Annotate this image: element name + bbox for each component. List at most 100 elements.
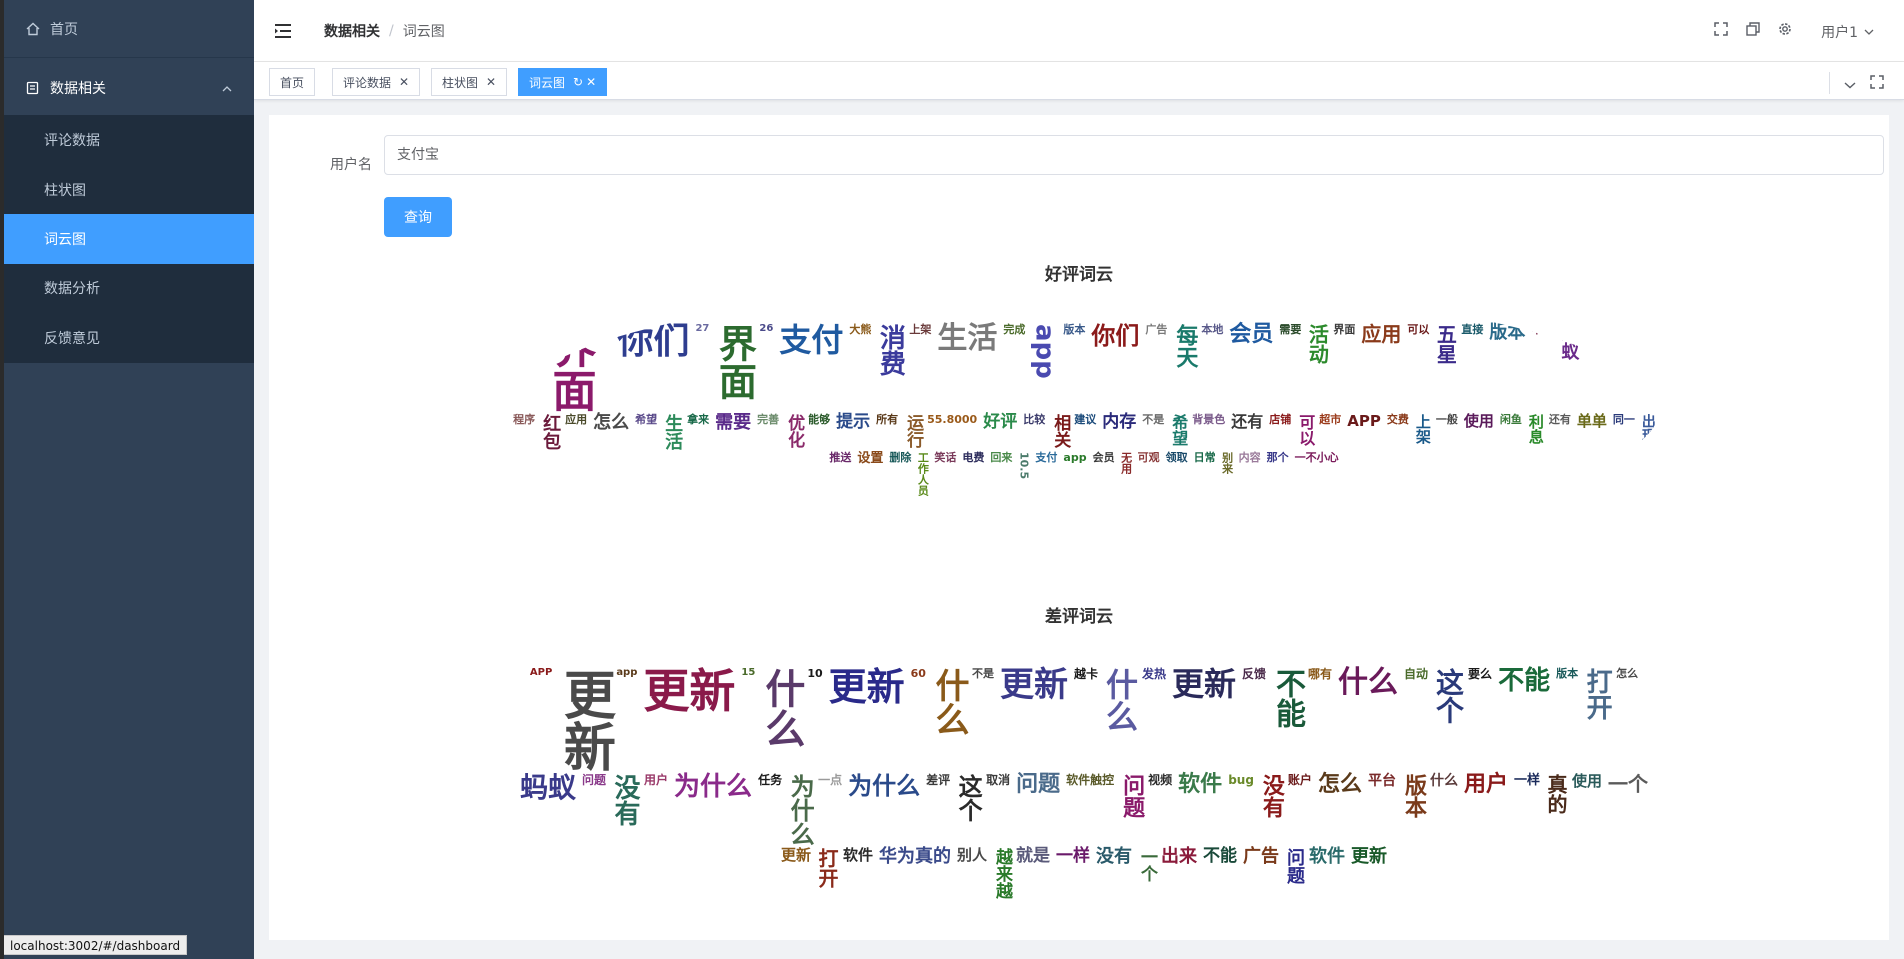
bad-word-cloud: APP 更新 app 更新 15 什么 10 更新 60 什么 不是 更新 越卡 什么 发热 更新 反馈 不能 哪有… (509, 633, 1659, 933)
tag-comments[interactable]: 评论数据 ✕ (332, 68, 421, 96)
word-cloud-word: 更新 (828, 664, 905, 709)
breadcrumb-item[interactable]: 数据相关 (324, 21, 380, 41)
word-cloud-word: 支付 (1035, 451, 1058, 464)
layout-size-icon[interactable] (1744, 20, 1762, 38)
fullscreen-icon[interactable] (1870, 74, 1884, 93)
fullscreen-icon[interactable] (1712, 20, 1730, 38)
word-cloud-word: 上架 (1413, 414, 1432, 444)
sidebar-item-label: 柱状图 (44, 183, 86, 199)
sidebar-item-comments[interactable]: 评论数据 (4, 115, 254, 165)
word-cloud-word: 更新 (1171, 664, 1236, 703)
sidebar-item-feedback[interactable]: 反馈意见 (4, 313, 254, 363)
word-cloud-word: 会员 (1092, 451, 1115, 464)
chevron-down-icon (1864, 24, 1874, 40)
word-cloud-word: 领取 (1165, 451, 1188, 464)
word-cloud-word: 无用 (1119, 452, 1133, 474)
word-cloud-word: 应用 (565, 413, 588, 426)
word-cloud-word: 出来 (1161, 845, 1198, 867)
word-cloud-word: 可观 (1137, 451, 1160, 464)
word-cloud-word: 生活 (937, 321, 998, 356)
word-cloud-word: 申诉 (1531, 323, 1554, 336)
main-area: 数据相关 / 词云图 用户1 首页 评论数据 ✕ 柱状图 ✕ 词云图 ↻ ✕ 用… (254, 0, 1904, 959)
word-cloud-word: 希望 (635, 413, 658, 426)
word-cloud-word: 不是 (971, 666, 994, 680)
tags-tools (1829, 72, 1884, 94)
word-cloud-word: 更新 (999, 664, 1068, 705)
tag-home[interactable]: 首页 (269, 68, 316, 96)
word-cloud-word: 别人 (957, 845, 988, 864)
sidebar-item-barchart[interactable]: 柱状图 (4, 165, 254, 215)
word-cloud-word: 218 (520, 323, 542, 334)
hamburger-icon[interactable] (274, 22, 294, 40)
word-cloud-word: 10 (807, 666, 823, 680)
word-cloud-word: 背景色 (1192, 413, 1226, 426)
close-icon[interactable]: ✕ (399, 75, 409, 89)
word-cloud-word: 还有 (1231, 412, 1264, 431)
word-cloud-word: 你们 (617, 321, 690, 362)
close-icon[interactable]: ✕ (586, 75, 596, 89)
tag-wordcloud[interactable]: 词云图 ↻ ✕ (518, 68, 608, 96)
sidebar-group-data[interactable]: 数据相关 (4, 61, 254, 115)
word-cloud-word: 为什么 (674, 771, 753, 802)
sidebar-item-home[interactable]: 首页 (4, 4, 254, 54)
sidebar-item-analysis[interactable]: 数据分析 (4, 263, 254, 313)
chevron-up-icon (222, 81, 232, 97)
word-cloud-word: 问题 (1284, 847, 1306, 884)
word-cloud-word: 好评 (983, 412, 1018, 432)
gear-icon[interactable] (1776, 20, 1794, 38)
word-cloud-word: 可以 (1407, 323, 1430, 336)
app-root: 首页 数据相关 评论数据 柱状图 词云图 数据分析 反馈意见 localhost… (0, 0, 1904, 959)
word-cloud-word: 差评 (926, 772, 951, 787)
sidebar-item-wordcloud[interactable]: 词云图 (4, 214, 254, 264)
good-word-cloud: 218 界面 22 你们 27 界面 26 支付 大熊 消费 上架 生活 完成 app 版本 你们 广告 每天 本地… (509, 285, 1659, 535)
word-cloud-word: 交费 (1386, 413, 1409, 426)
word-cloud-word: 什么 (1429, 772, 1458, 789)
word-cloud-word: 怎么 (593, 412, 630, 433)
word-cloud-word: 版本 (1556, 666, 1579, 680)
refresh-icon[interactable]: ↻ (573, 75, 583, 89)
chevron-down-icon[interactable] (1844, 74, 1856, 93)
word-cloud-word: 26 (759, 323, 774, 334)
word-cloud-word: 平台 (1367, 772, 1396, 789)
word-cloud-word: 怎么 (1317, 771, 1362, 797)
sidebar-item-label: 评论数据 (44, 133, 100, 149)
bad-cloud-title: 差评词云 (1045, 607, 1113, 627)
word-cloud-word: 反馈 (1242, 666, 1267, 681)
word-cloud-word: 这个 (1432, 667, 1466, 724)
word-cloud-word: 60 (910, 666, 926, 680)
word-cloud-word: 发热 (1141, 666, 1166, 681)
navbar: 数据相关 / 词云图 用户1 (254, 0, 1904, 62)
word-cloud-word: 不能 (1498, 665, 1551, 696)
word-cloud-word: 那个 (1266, 451, 1289, 464)
word-cloud-word: 电费 (962, 451, 985, 464)
word-cloud-word: 所有 (876, 413, 899, 426)
tag-barchart[interactable]: 柱状图 ✕ (431, 68, 508, 96)
close-icon[interactable]: ✕ (486, 75, 496, 89)
word-cloud-word: 问题 (1119, 773, 1145, 818)
navbar-tools (1712, 20, 1794, 38)
query-button[interactable]: 查询 (384, 197, 452, 237)
word-cloud-word: 什么 (928, 667, 969, 736)
username-input[interactable]: 支付宝 (384, 135, 1884, 175)
word-cloud-word: 界面 (1333, 323, 1356, 336)
breadcrumb-separator: / (389, 23, 394, 39)
word-cloud-word: 会员 (1229, 322, 1274, 347)
word-cloud-word: 什么 (1100, 667, 1139, 732)
tags-view: 首页 评论数据 ✕ 柱状图 ✕ 词云图 ↻ ✕ (254, 62, 1904, 100)
word-cloud-word: 软件触控 (1066, 772, 1115, 787)
word-cloud-word: bug (1228, 772, 1254, 787)
user-menu[interactable]: 用户1 (1821, 22, 1874, 42)
word-cloud-word: 更新 (1583, 323, 1606, 336)
sidebar-submenu: 评论数据 柱状图 词云图 数据分析 反馈意见 (4, 115, 254, 363)
word-cloud-word: 软件 (842, 845, 873, 864)
word-cloud-word: 内存 (1102, 412, 1137, 432)
word-cloud-word: 账户 (1287, 772, 1312, 787)
word-cloud-word: 没有 (1096, 845, 1133, 867)
word-cloud-word: 日常 (1193, 451, 1216, 464)
word-cloud-word: 问题 (582, 772, 607, 787)
sidebar-item-label: 词云图 (44, 232, 86, 248)
word-cloud-word: 设置 (857, 451, 884, 466)
word-cloud-word: 一样 (1056, 845, 1091, 866)
word-cloud-word: 27 (695, 323, 710, 334)
sidebar-group-label: 数据相关 (50, 81, 106, 97)
